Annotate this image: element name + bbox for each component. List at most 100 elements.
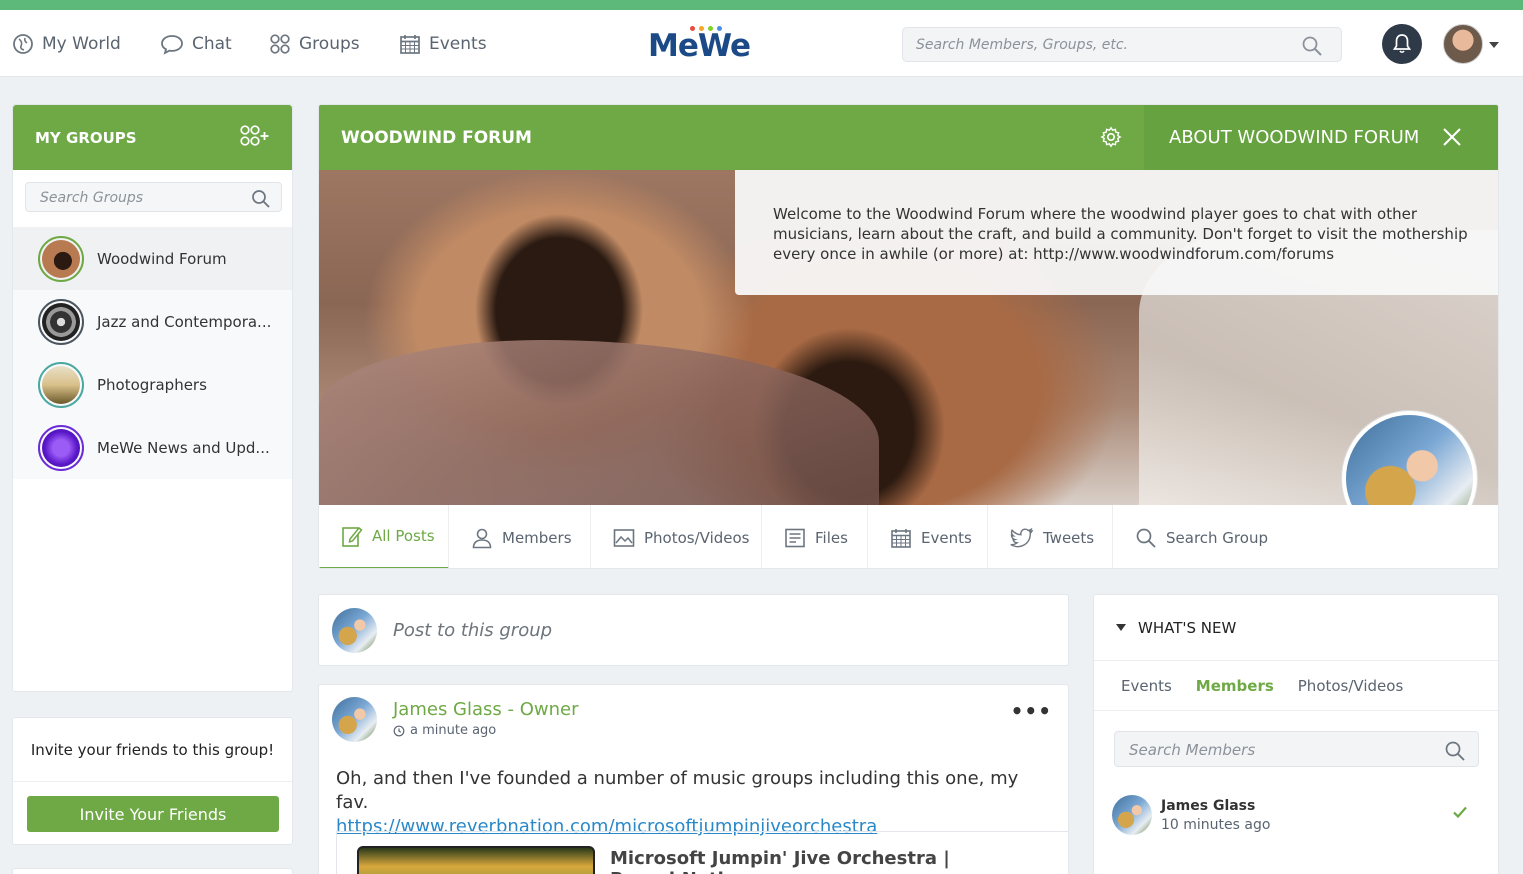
global-search-placeholder: Search Members, Groups, etc. <box>916 37 1129 53</box>
mewe-logo[interactable]: MeWe <box>648 22 751 66</box>
post-text: Oh, and then I've founded a number of mu… <box>336 768 1019 813</box>
group-tabs: All Posts Members Photos/Videos Files Ev… <box>319 505 1498 568</box>
twitter-icon <box>1010 527 1034 547</box>
file-icon <box>785 528 805 547</box>
nav-events-label: Events <box>429 33 487 54</box>
world-icon <box>13 33 33 54</box>
link-preview[interactable]: Microsoft Jumpin' Jive Orchestra | Rever… <box>336 831 1068 874</box>
global-search-input[interactable]: Search Members, Groups, etc. <box>902 27 1342 62</box>
search-icon[interactable] <box>1301 35 1323 57</box>
caret-down-icon <box>1116 624 1126 631</box>
nav-my-world[interactable]: My World <box>12 10 121 77</box>
calendar-icon <box>891 528 911 548</box>
chevron-down-icon[interactable] <box>1489 42 1499 48</box>
group-avatar <box>38 235 84 282</box>
post-body: Oh, and then I've founded a number of mu… <box>336 767 1036 839</box>
composer-avatar <box>332 608 377 653</box>
invite-text: Invite your friends to this group! <box>13 718 292 782</box>
whats-new-title: WHAT'S NEW <box>1138 618 1237 637</box>
edit-note-icon <box>342 526 363 547</box>
group-avatar <box>38 424 84 471</box>
group-avatar <box>38 361 84 408</box>
member-search-input[interactable]: Search Members <box>1114 731 1479 767</box>
tab-label: Files <box>815 528 848 547</box>
whats-new-tab-photos-videos[interactable]: Photos/Videos <box>1298 677 1404 695</box>
groups-icon <box>270 33 290 54</box>
tab-label: Events <box>921 528 972 547</box>
about-group-header: ABOUT WOODWIND FORUM <box>1144 105 1498 170</box>
post-author-avatar[interactable] <box>332 697 377 742</box>
group-item-photographers[interactable]: Photographers <box>13 353 292 416</box>
calendar-icon <box>400 34 420 54</box>
my-groups-panel: MY GROUPS Search Groups Woodwind Forum J… <box>12 104 293 692</box>
tab-photos-videos[interactable]: Photos/Videos <box>591 505 762 568</box>
group-search-placeholder: Search Groups <box>40 190 144 206</box>
group-name: MeWe News and Upd... <box>97 438 270 457</box>
tab-label: Search Group <box>1166 528 1268 547</box>
search-icon[interactable] <box>251 189 271 209</box>
tab-label: Photos/Videos <box>644 528 750 547</box>
post-options-icon[interactable]: ••• <box>1011 699 1052 723</box>
nav-chat-label: Chat <box>192 33 232 54</box>
about-group-title: ABOUT WOODWIND FORUM <box>1169 127 1420 148</box>
group-name: Photographers <box>97 375 207 394</box>
group-search-input[interactable]: Search Groups <box>25 182 282 212</box>
tab-search-group[interactable]: Search Group <box>1113 505 1273 568</box>
user-avatar[interactable] <box>1443 24 1483 64</box>
tab-members[interactable]: Members <box>449 505 591 568</box>
whats-new-panel: WHAT'S NEW Events Members Photos/Videos … <box>1093 594 1499 874</box>
group-item-woodwind-forum[interactable]: Woodwind Forum <box>13 227 292 290</box>
gear-icon[interactable] <box>1100 126 1122 148</box>
search-icon[interactable] <box>1444 740 1466 762</box>
member-avatar <box>1112 795 1152 835</box>
group-name: Jazz and Contempora... <box>97 312 272 331</box>
tab-label: Tweets <box>1043 528 1095 547</box>
sidebar-card <box>12 868 293 874</box>
group-item-jazz[interactable]: Jazz and Contempora... <box>13 290 292 353</box>
nav-groups[interactable]: Groups <box>269 10 360 77</box>
post-timestamp: a minute ago <box>393 723 496 738</box>
tab-files[interactable]: Files <box>762 505 868 568</box>
about-group-description: Welcome to the Woodwind Forum where the … <box>735 170 1498 295</box>
tab-label: All Posts <box>372 527 435 545</box>
tab-events[interactable]: Events <box>868 505 988 568</box>
search-icon <box>1136 528 1156 548</box>
chat-bubble-icon <box>161 34 183 55</box>
whats-new-header[interactable]: WHAT'S NEW <box>1094 595 1498 661</box>
nav-groups-label: Groups <box>299 33 360 54</box>
nav-my-world-label: My World <box>42 33 121 54</box>
member-name: James Glass <box>1161 798 1256 814</box>
top-navigation-bar: My World Chat Groups Events MeWe Search … <box>0 10 1523 77</box>
invite-card: Invite your friends to this group! Invit… <box>12 717 293 845</box>
group-avatar <box>38 298 84 345</box>
member-search-placeholder: Search Members <box>1129 741 1256 759</box>
member-list-item[interactable]: James Glass 10 minutes ago <box>1112 795 1482 837</box>
whats-new-tab-events[interactable]: Events <box>1121 677 1172 695</box>
nav-events[interactable]: Events <box>399 10 487 77</box>
post-card: James Glass - Owner a minute ago ••• Oh,… <box>318 684 1069 874</box>
close-icon[interactable] <box>1442 127 1462 147</box>
about-group-text: Welcome to the Woodwind Forum where the … <box>773 205 1468 263</box>
bell-icon <box>1392 34 1412 54</box>
post-composer[interactable]: Post to this group <box>318 594 1069 666</box>
post-author-name[interactable]: James Glass - Owner <box>393 699 579 720</box>
clock-icon <box>393 725 405 736</box>
tab-tweets[interactable]: Tweets <box>988 505 1113 568</box>
my-groups-title: MY GROUPS <box>35 128 137 147</box>
nav-chat[interactable]: Chat <box>160 10 232 77</box>
checkmark-icon <box>1453 806 1467 819</box>
group-item-mewe-news[interactable]: MeWe News and Upd... <box>13 416 292 479</box>
invite-friends-button[interactable]: Invite Your Friends <box>27 796 279 832</box>
image-icon <box>613 528 635 547</box>
tab-all-posts[interactable]: All Posts <box>319 505 449 568</box>
composer-placeholder: Post to this group <box>393 620 553 641</box>
whats-new-tab-members[interactable]: Members <box>1196 677 1274 695</box>
notifications-button[interactable] <box>1382 24 1422 64</box>
create-group-icon[interactable] <box>240 125 270 149</box>
post-time: a minute ago <box>410 723 497 738</box>
tab-label: Members <box>502 528 572 547</box>
link-preview-thumbnail <box>357 846 595 874</box>
group-title-bar: WOODWIND FORUM <box>319 105 1144 170</box>
member-time: 10 minutes ago <box>1161 817 1271 833</box>
group-name: Woodwind Forum <box>97 249 227 268</box>
